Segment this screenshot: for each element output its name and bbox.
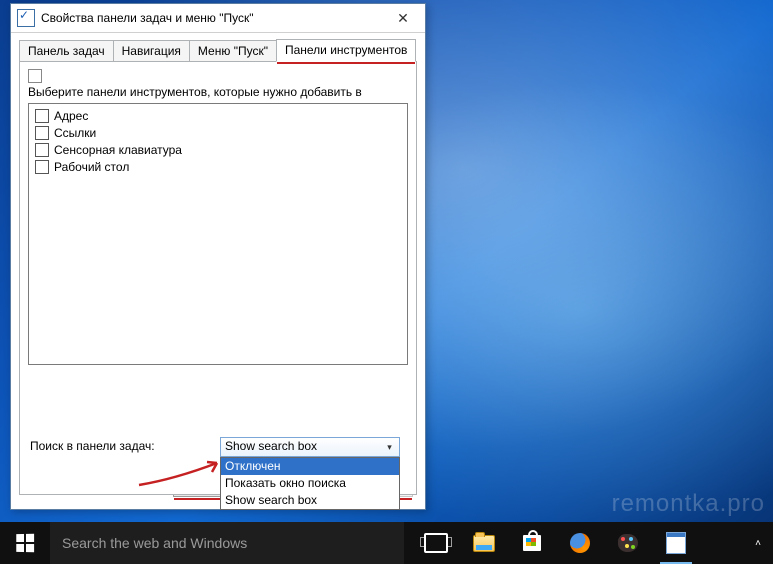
dropdown-option-disabled[interactable]: Отключен [221, 458, 399, 475]
checkbox[interactable] [35, 109, 49, 123]
file-explorer-button[interactable] [460, 522, 508, 564]
close-icon: ✕ [397, 10, 409, 27]
dialog-icon [17, 9, 35, 27]
unknown-checkbox[interactable] [28, 69, 42, 83]
firefox-icon [570, 533, 590, 553]
chevron-down-icon: ▾ [382, 440, 397, 455]
system-tray: ˄ [743, 522, 773, 564]
taskbar-spacer [700, 522, 743, 564]
document-icon [666, 532, 686, 554]
task-view-icon [424, 533, 448, 553]
chevron-up-icon: ˄ [755, 538, 761, 549]
tab-taskbar[interactable]: Панель задач [19, 40, 114, 61]
search-on-taskbar-row: Поиск в панели задач: Show search box ▾ … [30, 437, 400, 457]
annotation-arrow [135, 459, 230, 487]
list-item[interactable]: Сенсорная клавиатура [35, 142, 401, 158]
tab-start-menu[interactable]: Меню "Пуск" [189, 40, 277, 61]
toolbars-listbox[interactable]: Адрес Ссылки Сенсорная клавиатура Рабочи… [28, 103, 408, 365]
store-button[interactable] [508, 522, 556, 564]
search-mode-combo-wrap: Show search box ▾ Отключен Показать окно… [220, 437, 400, 457]
watermark-text: remontka.pro [612, 490, 765, 518]
firefox-button[interactable] [556, 522, 604, 564]
list-item-label: Рабочий стол [54, 160, 129, 174]
checkbox[interactable] [35, 126, 49, 140]
tab-label: Меню "Пуск" [198, 44, 268, 58]
start-button[interactable] [0, 522, 50, 564]
titlebar[interactable]: Свойства панели задач и меню "Пуск" ✕ [11, 4, 425, 33]
search-mode-combobox[interactable]: Show search box ▾ [220, 437, 400, 457]
tab-navigation[interactable]: Навигация [113, 40, 190, 61]
notepad-button[interactable] [652, 522, 700, 564]
checkbox[interactable] [35, 143, 49, 157]
store-icon [523, 535, 541, 551]
tray-overflow-button[interactable]: ˄ [749, 534, 767, 552]
search-placeholder-text: Search the web and Windows [62, 535, 247, 551]
palette-icon [618, 534, 638, 552]
close-button[interactable]: ✕ [381, 4, 425, 32]
taskbar-search-box[interactable]: Search the web and Windows [50, 522, 404, 564]
tab-panel-toolbars: Выберите панели инструментов, которые ну… [19, 61, 417, 495]
list-item[interactable]: Рабочий стол [35, 159, 401, 175]
paint-button[interactable] [604, 522, 652, 564]
list-item[interactable]: Ссылки [35, 125, 401, 141]
list-item-label: Адрес [54, 109, 88, 123]
dialog-body: Панель задач Навигация Меню "Пуск" Панел… [11, 33, 425, 509]
list-item-label: Сенсорная клавиатура [54, 143, 182, 157]
tab-label: Навигация [122, 44, 181, 58]
combo-selected-text: Show search box [225, 439, 317, 453]
dropdown-option-show-box[interactable]: Show search box [221, 492, 399, 509]
annotation-underline [277, 62, 415, 64]
tab-label: Панель задач [28, 44, 105, 58]
taskbar-properties-dialog: Свойства панели задач и меню "Пуск" ✕ Па… [10, 3, 426, 510]
checkbox[interactable] [35, 160, 49, 174]
task-icons [412, 522, 700, 564]
search-on-taskbar-label: Поиск в панели задач: [30, 437, 220, 453]
folder-icon [473, 535, 495, 552]
dialog-title: Свойства панели задач и меню "Пуск" [41, 11, 381, 25]
list-item[interactable]: Адрес [35, 108, 401, 124]
taskbar: Search the web and Windows ˄ [0, 522, 773, 564]
windows-logo-icon [16, 534, 34, 552]
dropdown-option-show-window[interactable]: Показать окно поиска [221, 475, 399, 492]
tab-label: Панели инструментов [285, 43, 407, 57]
tab-strip: Панель задач Навигация Меню "Пуск" Панел… [19, 39, 417, 61]
tab-toolbars[interactable]: Панели инструментов [276, 39, 416, 62]
instruction-text: Выберите панели инструментов, которые ну… [28, 85, 408, 101]
task-view-button[interactable] [412, 522, 460, 564]
list-item-label: Ссылки [54, 126, 96, 140]
search-mode-dropdown: Отключен Показать окно поиска Show searc… [220, 457, 400, 510]
